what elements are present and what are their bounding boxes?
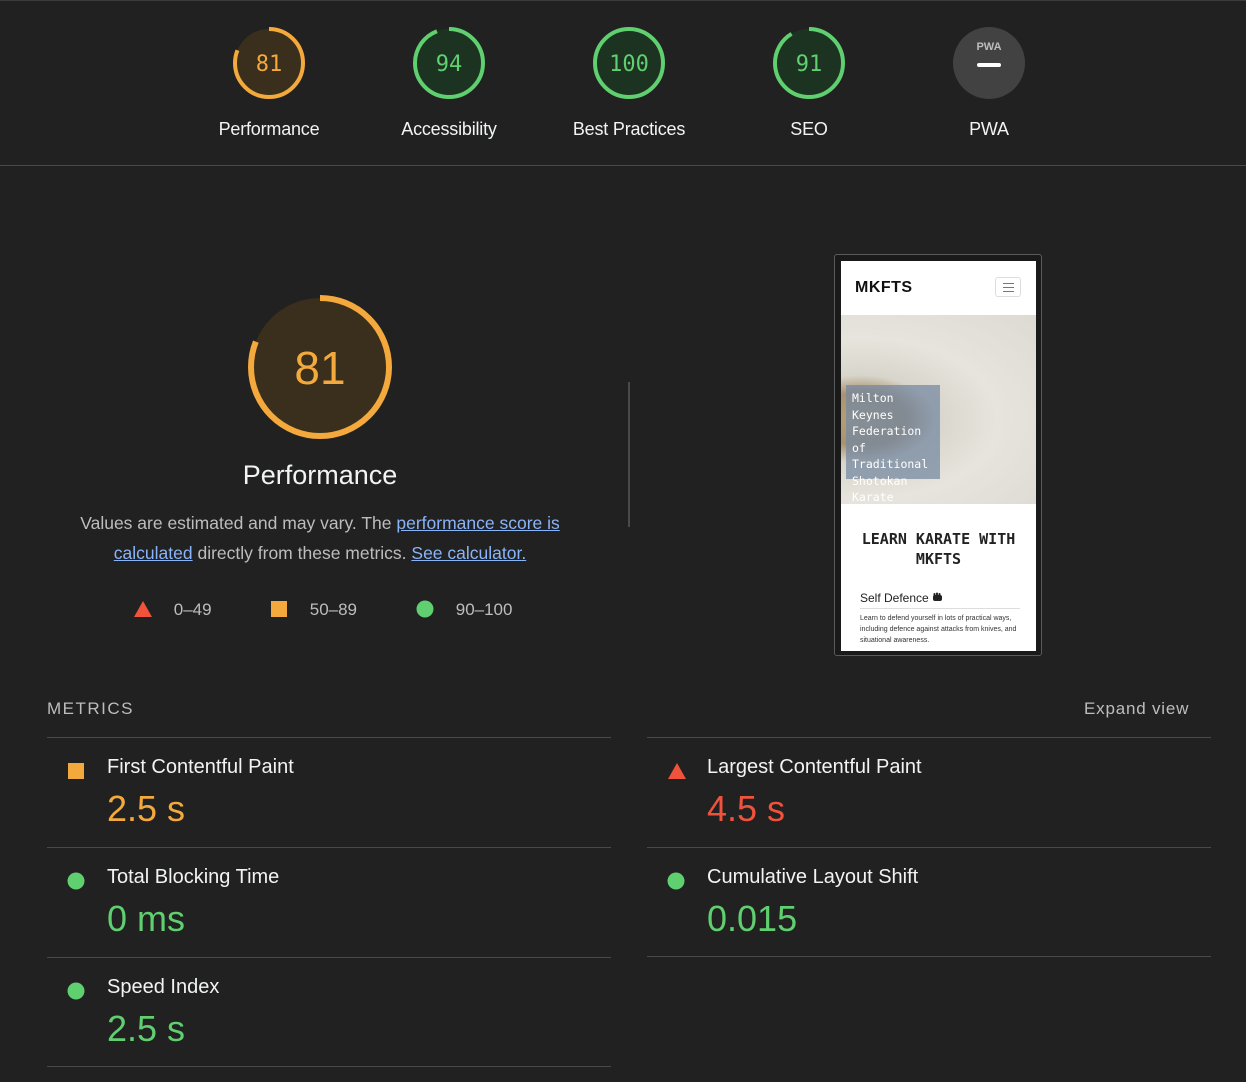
circle-icon <box>667 872 685 890</box>
screenshot-header: MKFTS <box>841 261 1036 315</box>
screenshot-heading: LEARN KARATE WITH MKFTS <box>861 530 1016 568</box>
performance-title: Performance <box>242 460 398 490</box>
expand-view-button[interactable]: Expand view <box>1084 699 1189 719</box>
svg-text:81: 81 <box>294 342 345 394</box>
triangle-icon <box>668 763 686 779</box>
site-logo: MKFTS <box>855 279 913 296</box>
gauge-label: SEO <box>790 119 828 139</box>
metrics-header: METRICS <box>47 699 134 718</box>
performance-gauge-ring: 81 <box>233 27 305 99</box>
divider <box>860 608 1020 609</box>
metric-name: Cumulative Layout Shift <box>707 866 919 888</box>
metric-value: 0 ms <box>107 898 186 939</box>
metric-name: Largest Contentful Paint <box>707 756 922 778</box>
best-practices-gauge-ring: 100 <box>593 27 665 99</box>
see-calculator-link[interactable]: See calculator. <box>411 543 526 563</box>
square-icon <box>68 763 84 779</box>
gauge-label: Accessibility <box>401 119 497 139</box>
hero-image: Milton Keynes Federation of Traditional … <box>841 315 1036 521</box>
gauge-seo[interactable]: 91 SEO <box>719 25 899 140</box>
metric-name: Speed Index <box>107 976 220 998</box>
metric-cumulative-layout-shift: Cumulative Layout Shift 0.015 <box>647 847 1211 957</box>
legend-average: 50–89 <box>270 596 357 624</box>
svg-text:81: 81 <box>256 52 283 77</box>
legend-pass: 90–100 <box>416 596 512 624</box>
screenshot-subheading: Self Defence <box>860 591 943 605</box>
metric-name: First Contentful Paint <box>107 756 294 778</box>
gauge-label: Performance <box>218 119 320 139</box>
hero-caption: Milton Keynes Federation of Traditional … <box>846 385 940 521</box>
performance-main-gauge: 81 <box>248 295 392 439</box>
hamburger-menu-icon <box>995 277 1021 297</box>
category-scores-bar: 81 Performance 94 Accessibility 100 Best… <box>0 0 1246 166</box>
metric-speed-index: Speed Index 2.5 s <box>47 957 611 1067</box>
svg-text:91: 91 <box>796 52 823 77</box>
legend-fail: 0–49 <box>133 596 212 624</box>
desc-text: Values are estimated and may vary. The <box>80 513 397 533</box>
metric-first-contentful-paint: First Contentful Paint 2.5 s <box>47 737 611 847</box>
metric-value: 2.5 s <box>107 1008 186 1049</box>
metric-name: Total Blocking Time <box>107 866 280 888</box>
performance-description: Values are estimated and may vary. The p… <box>60 508 580 568</box>
pwa-badge-icon: PWA <box>953 27 1025 99</box>
gauge-best-practices[interactable]: 100 Best Practices <box>539 25 719 140</box>
accessibility-gauge-ring: 94 <box>413 27 485 99</box>
gauge-label: PWA <box>969 119 1009 139</box>
desc-text: directly from these metrics. <box>192 543 412 563</box>
svg-text:100: 100 <box>609 52 649 77</box>
metric-largest-contentful-paint: Largest Contentful Paint 4.5 s <box>647 737 1211 847</box>
circle-icon <box>67 982 85 1000</box>
circle-icon <box>67 872 85 890</box>
square-icon <box>271 601 287 618</box>
screenshot-page: MKFTS Milton Keynes Federation of Tradit… <box>841 261 1036 651</box>
gauge-label: Best Practices <box>572 119 686 139</box>
fist-icon <box>933 592 943 601</box>
triangle-icon <box>134 601 152 618</box>
circle-icon <box>416 600 434 618</box>
screenshot-body-text: Learn to defend yourself in lots of prac… <box>860 615 1017 644</box>
seo-gauge-ring: 91 <box>773 27 845 99</box>
gauge-pwa[interactable]: PWA PWA <box>899 25 1079 140</box>
svg-text:94: 94 <box>436 52 463 77</box>
metric-value: 0.015 <box>707 898 798 939</box>
metric-value: 2.5 s <box>107 788 186 829</box>
metric-total-blocking-time: Total Blocking Time 0 ms <box>47 847 611 957</box>
vertical-divider <box>628 382 630 527</box>
gauge-performance[interactable]: 81 Performance <box>179 25 359 140</box>
score-legend: 0–49 50–89 90–100 <box>133 596 533 624</box>
svg-text:PWA: PWA <box>976 41 1001 53</box>
metric-value: 4.5 s <box>707 788 786 829</box>
final-screenshot[interactable]: MKFTS Milton Keynes Federation of Tradit… <box>834 254 1042 656</box>
gauge-accessibility[interactable]: 94 Accessibility <box>359 25 539 140</box>
